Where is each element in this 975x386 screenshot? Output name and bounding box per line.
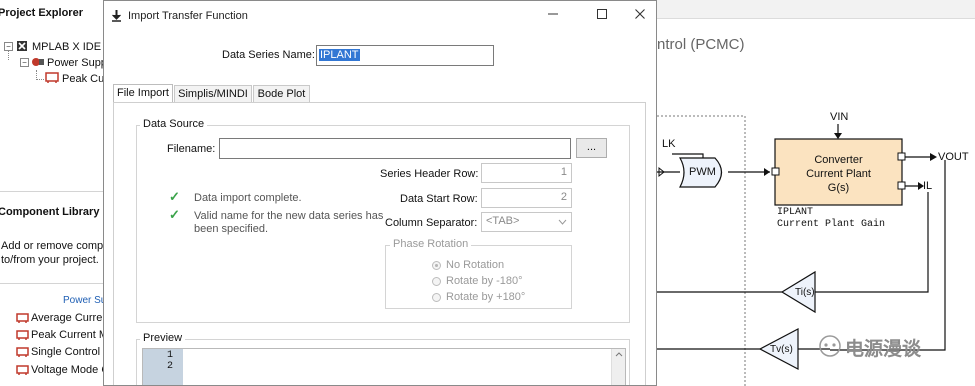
tab-simplis-mindi[interactable]: Simplis/MINDI — [174, 85, 252, 102]
scroll-up-icon — [615, 352, 623, 357]
plant-line: G(s) — [827, 182, 850, 194]
current-feedback-wire — [815, 192, 929, 293]
data-series-name-value: IPLANT — [319, 49, 360, 61]
plant-label: Converter Current Plant G(s) — [776, 153, 901, 195]
preview-legend: Preview — [140, 332, 186, 344]
library-description: to/from your project. — [1, 254, 99, 266]
radio-no-rotation-label: No Rotation — [446, 259, 505, 271]
data-source-legend: Data Source — [140, 118, 208, 130]
minimize-button[interactable] — [541, 7, 565, 25]
dialog-title: Import Transfer Function — [128, 10, 248, 22]
close-icon — [635, 9, 645, 19]
left-side-panel: Project Explorer − MPLAB X IDE Pr − Powe… — [0, 0, 115, 386]
line-number: 1 — [167, 350, 174, 361]
phase-rotation-legend: Phase Rotation — [390, 238, 472, 250]
library-item-label: Average Curren — [31, 312, 109, 324]
minimize-icon — [548, 13, 558, 15]
library-item-label: Voltage Mode C — [31, 364, 110, 376]
library-item[interactable]: Single Control L — [16, 346, 109, 358]
close-button[interactable] — [628, 7, 652, 25]
data-start-row-label: Data Start Row: — [400, 193, 478, 205]
line-number-gutter — [143, 349, 183, 385]
panel-divider — [0, 191, 104, 192]
tv-label: Tv(s) — [770, 344, 793, 355]
browse-button[interactable]: ... — [576, 138, 607, 158]
maximize-icon — [597, 9, 607, 19]
filename-label: Filename: — [167, 143, 216, 155]
project-icon — [16, 40, 28, 55]
expand-toggle-icon[interactable]: − — [4, 42, 13, 51]
column-separator-value: <TAB> — [486, 215, 520, 227]
dialog-titlebar[interactable]: Import Transfer Function — [104, 1, 656, 31]
iplant-description: Current Plant Gain — [777, 219, 886, 230]
expand-toggle-icon[interactable]: − — [20, 58, 29, 67]
chevron-down-icon — [558, 219, 567, 225]
component-icon — [45, 72, 59, 87]
component-icon — [16, 346, 29, 357]
tree-connector — [36, 79, 44, 80]
status-valid-name: Valid name for the new data series has b… — [194, 210, 384, 235]
tab-file-import[interactable]: File Import — [113, 84, 173, 103]
plant-line: Current Plant — [806, 168, 871, 180]
check-icon: ✓ — [169, 207, 180, 222]
plant-line: Converter — [814, 154, 863, 166]
preview-scrollbar[interactable] — [611, 349, 625, 385]
radio-rotate-minus-180-label: Rotate by -180° — [446, 275, 523, 287]
filename-input[interactable] — [219, 138, 571, 159]
status-import-complete: Data import complete. — [194, 192, 302, 204]
file-import-panel: Data Source Filename: ... ✓ Data import … — [113, 102, 646, 385]
component-icon — [16, 312, 29, 323]
radio-no-rotation[interactable] — [432, 261, 441, 270]
vin-label: VIN — [830, 111, 849, 123]
clk-label: LK — [662, 138, 676, 150]
import-transfer-function-dialog: Import Transfer Function Data Series Nam… — [103, 0, 657, 386]
radio-rotate-plus-180-label: Rotate by +180° — [446, 291, 526, 303]
pwm-output-arrow — [764, 168, 770, 176]
vout-label: VOUT — [938, 151, 969, 163]
project-explorer-title: Project Explorer — [0, 7, 83, 19]
vout-arrow — [930, 153, 937, 161]
library-description: Add or remove compo — [1, 240, 110, 252]
series-header-row-label: Series Header Row: — [380, 168, 479, 180]
iplant-caption: IPLANT — [777, 207, 814, 218]
line-number: 2 — [167, 361, 174, 372]
maximize-button[interactable] — [590, 7, 614, 25]
tree-item-peak-current[interactable]: Peak Cur — [62, 73, 108, 85]
vin-arrow — [834, 133, 842, 139]
series-header-row-input[interactable]: 1 — [481, 163, 572, 183]
pwm-label: PWM — [689, 166, 716, 178]
library-item[interactable]: Voltage Mode C — [16, 364, 109, 376]
tab-bode-plot[interactable]: Bode Plot — [253, 85, 310, 102]
column-separator-select[interactable]: <TAB> — [481, 212, 572, 232]
component-icon — [16, 329, 29, 340]
il-label: IL — [923, 180, 933, 192]
library-item-label: Peak Current M — [31, 329, 109, 341]
data-start-row-input[interactable]: 2 — [481, 188, 572, 208]
component-icon — [16, 364, 29, 375]
tree-item-power-supply[interactable]: Power Supp — [47, 57, 107, 69]
column-separator-label: Column Separator: — [385, 217, 478, 229]
watermark-text: 电源漫谈 — [845, 339, 922, 360]
ti-label: Ti(s) — [795, 287, 815, 298]
library-item-label: Single Control L — [31, 346, 110, 358]
library-item[interactable]: Peak Current M — [16, 329, 108, 341]
component-library-title: Component Library — [0, 206, 100, 218]
library-item[interactable]: Average Curren — [16, 312, 108, 324]
panel-divider — [0, 283, 104, 284]
power-supply-icon — [31, 56, 45, 71]
preview-text-area[interactable]: 1 2 — [142, 348, 626, 385]
tab-bar: File Import Simplis/MINDI Bode Plot — [113, 84, 413, 103]
radio-rotate-minus-180[interactable] — [432, 277, 441, 286]
radio-rotate-plus-180[interactable] — [432, 293, 441, 302]
watermark-logo-icon — [819, 335, 841, 357]
import-icon — [111, 9, 122, 25]
data-series-name-label: Data Series Name: — [222, 49, 315, 61]
data-series-name-input[interactable]: IPLANT — [316, 45, 494, 66]
check-icon: ✓ — [169, 189, 180, 204]
dotted-boundary — [657, 115, 746, 386]
